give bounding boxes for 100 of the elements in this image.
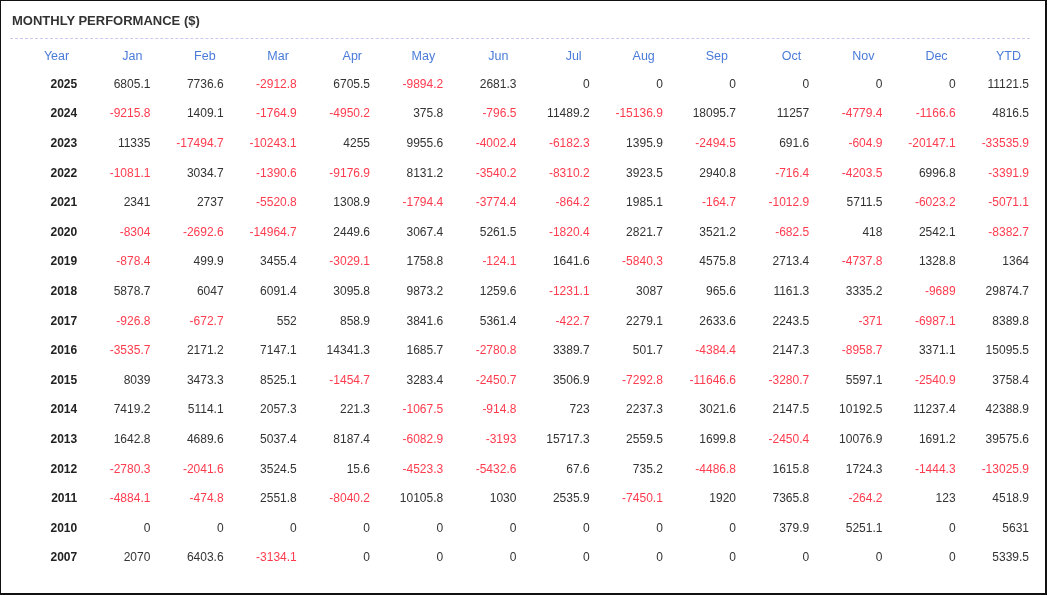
table-cell-text: 0 <box>947 75 957 93</box>
table-cell-text: -914.8 <box>481 401 518 419</box>
table-cell-text: -4779.4 <box>840 105 884 123</box>
table-cell-text: 6996.8 <box>917 164 957 182</box>
table-cell-text: -1764.9 <box>255 105 298 123</box>
table-cell-text: 8131.2 <box>405 164 445 182</box>
table-cell-text: 5114.1 <box>186 401 225 419</box>
table-cell-text: 501.7 <box>631 342 664 360</box>
table-cell-text: 123 <box>934 490 957 508</box>
table-cell-text: -3391.9 <box>987 164 1030 182</box>
table-cell-text: -4384.4 <box>694 342 737 360</box>
table-cell-text: -4203.5 <box>840 164 884 182</box>
year-cell-text: 2021 <box>49 194 79 212</box>
table-cell-text: -5520.8 <box>255 194 298 212</box>
column-header: Mar <box>266 48 290 65</box>
table-cell-text: 5878.7 <box>112 282 152 300</box>
table-cell-text: 0 <box>655 549 664 567</box>
table-cell-text: 375.8 <box>412 105 445 123</box>
table-cell-text: 1308.9 <box>332 194 371 212</box>
table-cell-text: 5361.4 <box>478 312 518 330</box>
table-cell-text: 3841.6 <box>405 312 445 330</box>
table-cell-text: 3923.5 <box>625 164 664 182</box>
table-cell-text: -2494.5 <box>694 135 737 152</box>
table-cell-text: -9689 <box>923 282 957 300</box>
column-header: Apr <box>341 48 363 65</box>
table-cell-text: 0 <box>215 519 225 537</box>
table-cell-text: 6705.5 <box>332 75 371 93</box>
year-cell-text: 2015 <box>49 371 79 389</box>
table-cell-text: 11489.2 <box>546 105 591 123</box>
year-cell-text: 2020 <box>49 223 79 241</box>
table-cell-text: -6987.1 <box>913 312 957 330</box>
table-cell-text: 723 <box>568 401 591 419</box>
table-cell-text: 0 <box>801 75 811 93</box>
table-cell-text: 3095.8 <box>332 282 371 300</box>
table-cell-text: 9955.6 <box>405 135 445 152</box>
table-cell-text: 4255 <box>342 135 371 152</box>
year-cell-text: 2017 <box>49 312 79 330</box>
table-cell-text: 3087 <box>635 282 664 300</box>
table-cell-text: 0 <box>728 75 737 93</box>
table-cell-text: 15717.3 <box>545 430 591 448</box>
table-cell-text: -17494.7 <box>175 135 225 152</box>
table-cell-text: 2559.5 <box>625 430 664 448</box>
table-cell-text: -7292.8 <box>621 371 664 389</box>
table-cell-text: 1699.8 <box>698 430 737 448</box>
table-cell-text: 11121.5 <box>986 75 1030 93</box>
table-cell-text: 2147.5 <box>771 401 811 419</box>
table-cell: -6182.3 <box>517 128 591 158</box>
table-cell-text: 1758.8 <box>405 253 445 271</box>
year-cell-text: 2024 <box>49 105 79 123</box>
table-cell-text: -4884.1 <box>108 490 152 508</box>
table-cell-text: 2535.9 <box>551 490 591 508</box>
table-cell-text: 3021.6 <box>698 401 737 419</box>
year-cell-text: 2022 <box>49 164 79 182</box>
table-cell-text: 0 <box>581 519 591 537</box>
table-cell-text: -926.8 <box>115 312 152 330</box>
column-header: Jun <box>487 48 510 65</box>
table-cell-text: 965.6 <box>705 282 737 300</box>
table-cell-text: 5597.1 <box>844 371 884 389</box>
table-cell-text: -20147.1 <box>907 135 957 152</box>
table-cell-text: 0 <box>581 549 591 567</box>
year-cell-text: 2007 <box>49 549 79 567</box>
table-cell-text: 15.6 <box>345 460 371 478</box>
year-cell-text: 2016 <box>49 342 79 360</box>
table-cell-text: 418 <box>861 223 884 241</box>
table-cell-text: 3506.9 <box>551 371 591 389</box>
table-cell-text: -4737.8 <box>840 253 884 271</box>
table-cell-text: -14964.7 <box>248 223 298 241</box>
column-header: Dec <box>924 48 949 65</box>
table-cell-text: 552 <box>275 312 298 330</box>
table-cell-text: 1259.6 <box>478 282 518 300</box>
year-cell-text: 2018 <box>49 282 79 300</box>
table-cell-text: 3067.4 <box>405 223 445 241</box>
table-cell-text: 10192.5 <box>838 401 884 419</box>
table-cell-text: 0 <box>728 519 737 537</box>
table-cell-text: 1615.8 <box>771 460 811 478</box>
table-cell-text: -604.9 <box>847 135 884 152</box>
table-cell-text: 1395.9 <box>625 135 664 152</box>
table-cell-text: -2780.8 <box>474 342 518 360</box>
table-cell-text: 14341.3 <box>325 342 371 360</box>
table-cell: 499.9 <box>151 246 225 277</box>
table-cell-text: 0 <box>655 75 664 93</box>
table-cell-text: -9176.9 <box>328 164 371 182</box>
table-cell-text: 2171.2 <box>185 342 225 360</box>
table-cell-text: 4575.8 <box>698 253 737 271</box>
table-cell-text: 42388.9 <box>984 401 1030 419</box>
table-cell-text: 3524.5 <box>259 460 298 478</box>
table-cell-text: 8039 <box>122 371 152 389</box>
table-cell-text: 1409.1 <box>185 105 225 123</box>
column-header: YTD <box>995 48 1022 65</box>
table-cell-text: -8304 <box>118 223 152 241</box>
table-cell-text: 2681.3 <box>478 75 518 93</box>
table-cell-text: -672.7 <box>188 312 225 330</box>
table-cell-text: 11335 <box>116 135 152 152</box>
table-cell-text: 8389.8 <box>991 312 1030 330</box>
table-cell-text: 7365.8 <box>771 490 811 508</box>
table-cell-text: -5432.6 <box>474 460 518 478</box>
table-cell-text: 691.6 <box>778 135 811 152</box>
table-cell-text: 0 <box>362 549 371 567</box>
table-cell-text: 0 <box>435 519 445 537</box>
table-cell-text: 7147.1 <box>259 342 298 360</box>
